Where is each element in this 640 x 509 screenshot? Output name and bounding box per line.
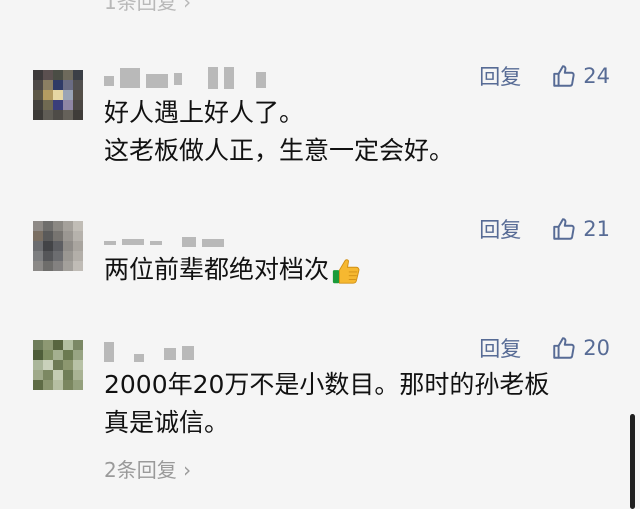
avatar[interactable] — [33, 221, 83, 271]
comment-text: 2000年20万不是小数目。那时的孙老板 真是诚信。 — [104, 370, 550, 437]
like-count: 20 — [583, 336, 610, 360]
view-replies-link[interactable]: 2条回复 › — [104, 454, 191, 483]
reply-button[interactable]: 回复 — [479, 214, 521, 244]
like-button[interactable]: 24 — [551, 63, 610, 89]
scrollbar[interactable] — [630, 414, 635, 509]
comment-actions: 回复 21 — [479, 214, 610, 244]
comment-actions: 回复 20 — [479, 333, 610, 363]
username-redacted[interactable] — [104, 226, 224, 250]
like-button[interactable]: 20 — [551, 335, 610, 361]
like-count: 24 — [583, 64, 610, 88]
like-count: 21 — [583, 217, 610, 241]
username-redacted[interactable] — [104, 66, 266, 90]
username-redacted[interactable] — [104, 340, 194, 364]
like-button[interactable]: 21 — [551, 216, 610, 242]
comment-actions: 回复 24 — [479, 61, 610, 91]
comment-text: 两位前辈都绝对档次 — [104, 251, 600, 289]
thumbs-up-emoji-icon — [332, 259, 360, 284]
thumbs-up-outline-icon — [553, 218, 575, 240]
reply-button[interactable]: 回复 — [479, 333, 521, 363]
thumbs-up-outline-icon — [553, 337, 575, 359]
avatar[interactable] — [33, 340, 83, 390]
chevron-right-icon: › — [176, 458, 192, 482]
thumbs-up-outline-icon — [553, 65, 575, 87]
avatar[interactable] — [33, 70, 83, 120]
previous-replies-link[interactable]: 1条回复 › — [104, 0, 191, 15]
reply-button[interactable]: 回复 — [479, 61, 521, 91]
comment-text: 好人遇上好人了。 这老板做人正，生意一定会好。 — [104, 98, 455, 165]
